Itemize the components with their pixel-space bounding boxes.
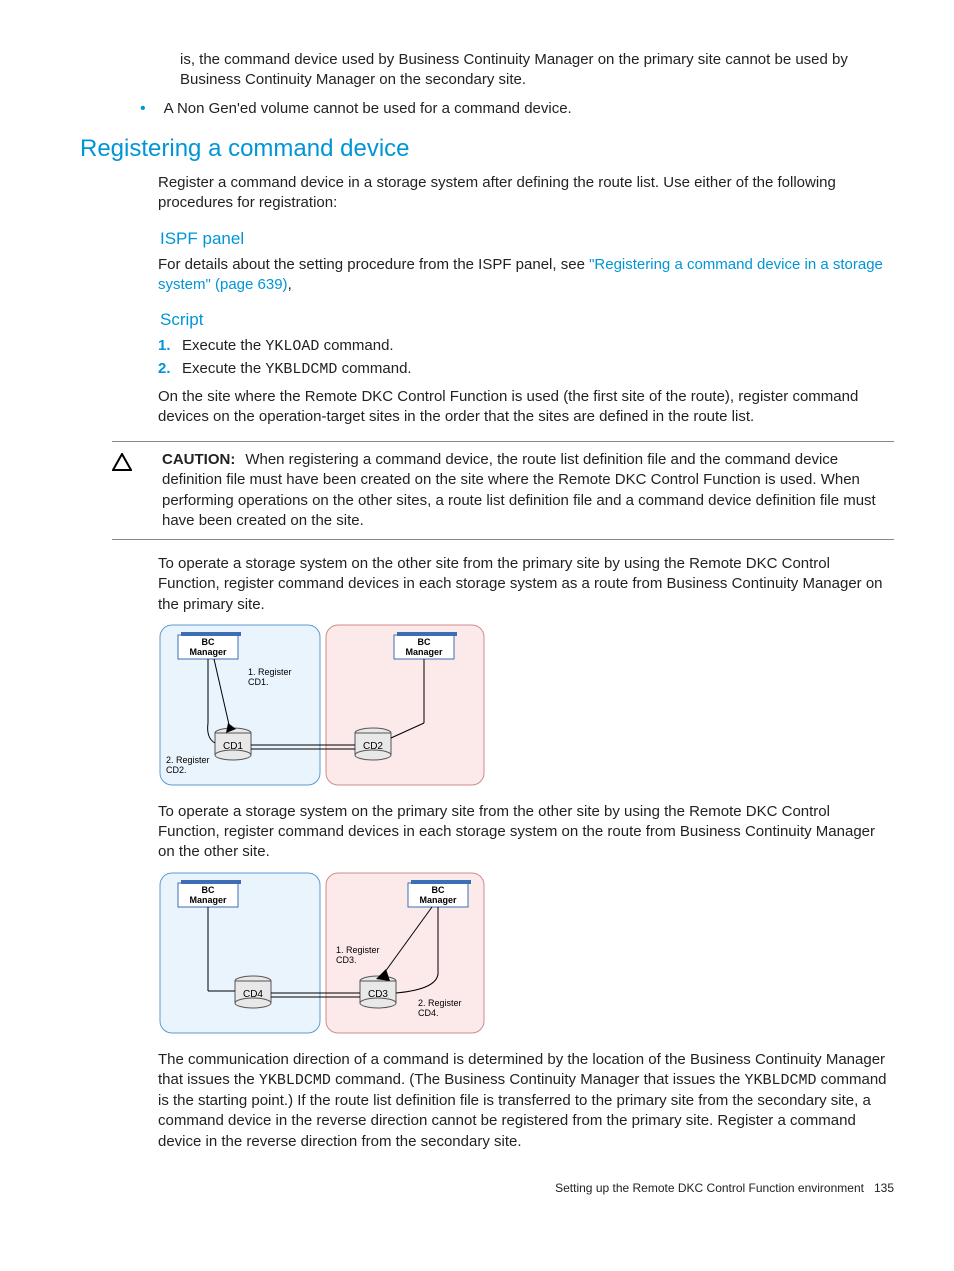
svg-text:2. Register: 2. Register <box>418 998 462 1008</box>
diagram-1: BC Manager BC Manager CD1 CD2 1. Registe… <box>158 623 894 788</box>
caution-block: CAUTION:When registering a command devic… <box>112 441 894 540</box>
svg-text:CD3: CD3 <box>368 989 388 1000</box>
bc-manager-left: BC <box>202 637 215 647</box>
section-heading: Registering a command device <box>80 133 894 165</box>
footer-text: Setting up the Remote DKC Control Functi… <box>555 1181 864 1195</box>
page-footer: Setting up the Remote DKC Control Functi… <box>80 1180 894 1196</box>
para-after-caution: To operate a storage system on the other… <box>158 554 894 615</box>
bullet-text: A Non Gen'ed volume cannot be used for a… <box>164 99 572 119</box>
ispf-text-post: , <box>288 276 292 293</box>
step2-post: command. <box>337 360 411 377</box>
step1-post: command. <box>319 337 393 354</box>
caution-text: When registering a command device, the r… <box>162 451 876 529</box>
last-para-mid1: command. (The Business Continuity Manage… <box>331 1071 745 1088</box>
step2-cmd: YKBLDCMD <box>265 361 337 378</box>
svg-text:Manager: Manager <box>405 647 443 657</box>
step-2: 2. Execute the YKBLDCMD command. <box>158 359 894 380</box>
svg-text:CD3.: CD3. <box>336 955 357 965</box>
svg-text:Manager: Manager <box>419 895 457 905</box>
ispf-text-pre: For details about the setting procedure … <box>158 256 589 273</box>
last-para-cmd2: YKBLDCMD <box>744 1072 816 1089</box>
svg-text:2. Register: 2. Register <box>166 755 210 765</box>
svg-text:CD2: CD2 <box>363 741 383 752</box>
subsection-ispf: ISPF panel <box>160 228 894 251</box>
caution-icon <box>112 450 162 531</box>
svg-text:BC: BC <box>202 885 215 895</box>
svg-text:BC: BC <box>432 885 445 895</box>
last-para-cmd1: YKBLDCMD <box>259 1072 331 1089</box>
svg-text:1. Register: 1. Register <box>336 945 380 955</box>
last-paragraph: The communication direction of a command… <box>158 1050 894 1152</box>
subsection-script: Script <box>160 309 894 332</box>
svg-text:Manager: Manager <box>189 895 227 905</box>
svg-text:BC: BC <box>418 637 431 647</box>
ispf-paragraph: For details about the setting procedure … <box>158 255 894 296</box>
svg-text:Manager: Manager <box>189 647 227 657</box>
svg-text:CD1: CD1 <box>223 741 243 752</box>
step2-pre: Execute the <box>182 360 265 377</box>
continuation-paragraph: is, the command device used by Business … <box>180 50 894 91</box>
section-intro: Register a command device in a storage s… <box>158 173 894 214</box>
bullet-item: • A Non Gen'ed volume cannot be used for… <box>140 99 894 119</box>
bullet-icon: • <box>140 99 146 119</box>
script-paragraph: On the site where the Remote DKC Control… <box>158 387 894 428</box>
svg-text:CD4: CD4 <box>243 989 263 1000</box>
svg-text:CD1.: CD1. <box>248 677 269 687</box>
step1-cmd: YKLOAD <box>265 338 319 355</box>
diagram-2: BC Manager BC Manager CD4 CD3 1. Registe… <box>158 871 894 1036</box>
svg-text:CD2.: CD2. <box>166 765 187 775</box>
svg-text:CD4.: CD4. <box>418 1008 439 1018</box>
caution-label: CAUTION: <box>162 451 235 468</box>
step-1: 1. Execute the YKLOAD command. <box>158 336 894 357</box>
para-mid: To operate a storage system on the prima… <box>158 802 894 863</box>
step1-pre: Execute the <box>182 337 265 354</box>
svg-text:1. Register: 1. Register <box>248 667 292 677</box>
footer-page: 135 <box>874 1181 894 1195</box>
